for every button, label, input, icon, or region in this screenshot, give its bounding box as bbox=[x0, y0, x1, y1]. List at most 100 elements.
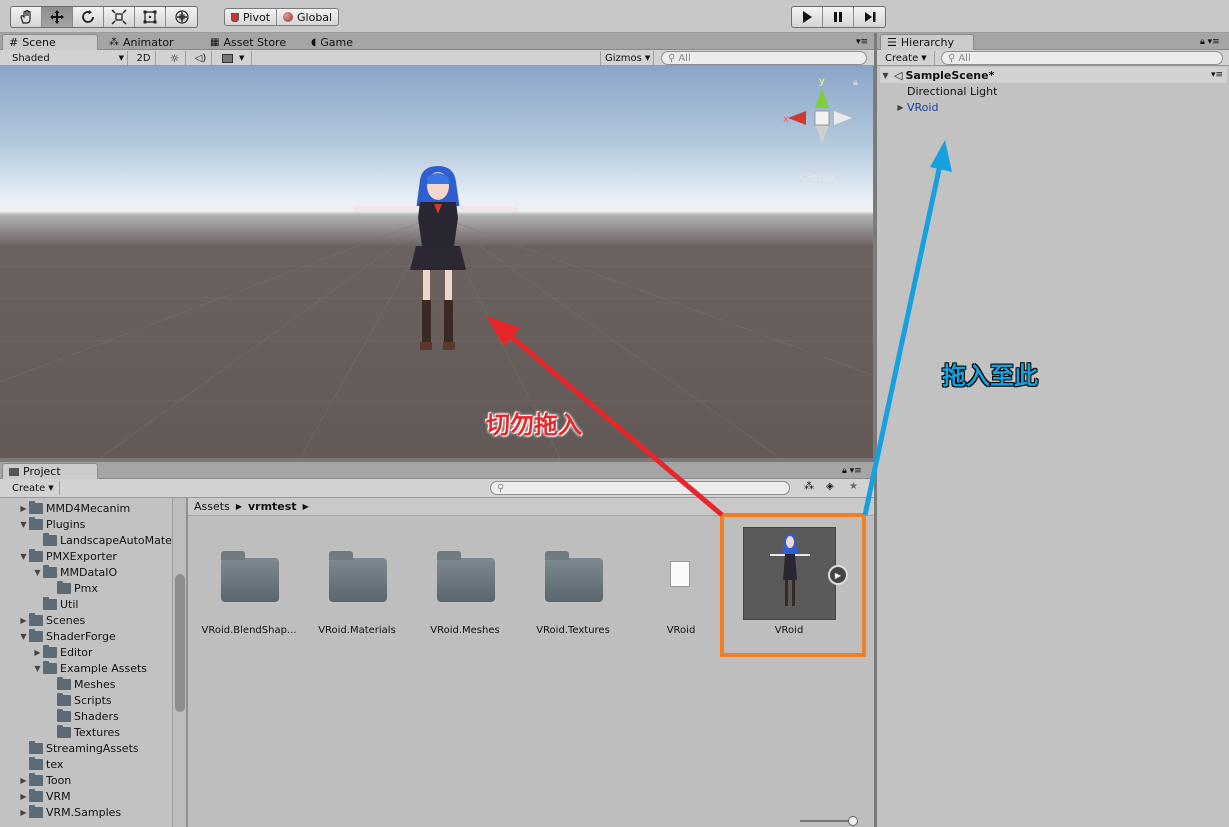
tab-animator[interactable]: ⁂ Animator bbox=[103, 34, 180, 50]
expand-down-icon[interactable]: ▼ bbox=[18, 628, 29, 644]
tree-item[interactable]: Pmx bbox=[0, 580, 98, 596]
expand-down-icon[interactable]: ▼ bbox=[18, 548, 29, 564]
tree-item[interactable]: tex bbox=[0, 756, 63, 772]
tree-item[interactable]: ▶ Toon bbox=[0, 772, 71, 788]
expand-right-icon[interactable]: ▶ bbox=[18, 500, 29, 516]
tree-scrollbar-thumb[interactable] bbox=[175, 574, 185, 712]
lighting-toggle[interactable]: ☼ bbox=[164, 51, 186, 65]
asset-label: VRoid bbox=[666, 625, 696, 636]
tree-item[interactable]: Shaders bbox=[0, 708, 119, 724]
breadcrumb-root[interactable]: Assets bbox=[194, 500, 230, 513]
tab-scene[interactable]: # Scene bbox=[2, 34, 98, 50]
hierarchy-create-dropdown[interactable]: Create ▼ bbox=[881, 51, 935, 65]
asset-file-vroid[interactable]: VRoid bbox=[626, 515, 736, 645]
tree-item[interactable]: ▼ ShaderForge bbox=[0, 628, 116, 644]
project-lock-icon[interactable]: 🔒︎ ▾≡ bbox=[842, 466, 862, 476]
asset-folder-materials[interactable]: VRoid.Materials bbox=[302, 515, 412, 645]
step-icon bbox=[864, 12, 875, 22]
scale-tool-button[interactable] bbox=[104, 7, 135, 27]
asset-folder-blendshape[interactable]: VRoid.BlendShap... bbox=[194, 515, 304, 645]
hand-tool-button[interactable] bbox=[11, 7, 42, 27]
project-create-dropdown[interactable]: Create ▼ bbox=[8, 481, 60, 495]
tree-item[interactable]: ▶ VRM bbox=[0, 788, 71, 804]
orientation-gizmo[interactable]: y x <Persp bbox=[782, 74, 862, 184]
expand-right-icon[interactable]: ▶ bbox=[18, 772, 29, 788]
asset-folder-meshes[interactable]: VRoid.Meshes bbox=[410, 515, 520, 645]
thumbnail-size-slider[interactable] bbox=[800, 820, 854, 822]
gizmo-y-label: y bbox=[819, 76, 825, 87]
audio-toggle[interactable]: ◁) bbox=[190, 51, 212, 65]
tree-item[interactable]: ▼ MMDataIO bbox=[0, 564, 117, 580]
rotate-tool-button[interactable] bbox=[73, 7, 104, 27]
transform-tool-button[interactable] bbox=[166, 7, 197, 27]
no-expand-icon bbox=[32, 532, 43, 548]
2d-toggle[interactable]: 2D bbox=[132, 51, 156, 65]
rect-tool-button[interactable] bbox=[135, 7, 166, 27]
tree-item[interactable]: ▼ Plugins bbox=[0, 516, 85, 532]
project-search-input[interactable]: ⚲ bbox=[490, 481, 790, 495]
expand-down-icon[interactable]: ▼ bbox=[32, 660, 43, 676]
hierarchy-item-directional-light[interactable]: Directional Light bbox=[907, 83, 997, 99]
tree-item[interactable]: Meshes bbox=[0, 676, 115, 692]
hierarchy-toolbar: Create ▼ ⚲ All bbox=[877, 50, 1229, 66]
favorite-star-icon[interactable]: ★ bbox=[849, 481, 858, 492]
expand-right-icon[interactable]: ▶ bbox=[18, 788, 29, 804]
breadcrumb-current[interactable]: vrmtest bbox=[248, 500, 297, 513]
play-button[interactable] bbox=[792, 7, 823, 27]
tab-asset-store[interactable]: ▦ Asset Store bbox=[204, 34, 292, 50]
gizmos-dropdown[interactable]: Gizmos ▼ bbox=[600, 51, 654, 65]
vroid-character-model[interactable] bbox=[350, 162, 530, 362]
scene-viewport[interactable]: y x <Persp 🔒︎ bbox=[0, 66, 874, 458]
tree-item[interactable]: Textures bbox=[0, 724, 120, 740]
tree-item[interactable]: StreamingAssets bbox=[0, 740, 139, 756]
pause-button[interactable] bbox=[823, 7, 854, 27]
no-expand-icon bbox=[18, 740, 29, 756]
scene-root-row[interactable]: ▼ ◁ SampleScene* ▾≡ bbox=[880, 67, 1227, 83]
tree-item-label: MMD4Mecanim bbox=[46, 501, 131, 515]
tree-item[interactable]: ▶ VRM.Samples bbox=[0, 804, 121, 820]
filter-type-icon[interactable]: ⁂ bbox=[804, 481, 814, 492]
expand-down-icon[interactable]: ▼ bbox=[18, 516, 29, 532]
effects-dropdown[interactable]: ▼ bbox=[218, 51, 252, 65]
pivot-button[interactable]: Pivot bbox=[225, 9, 278, 25]
tree-item-label: VRM bbox=[46, 789, 71, 803]
expand-prefab-icon[interactable]: ▶ bbox=[828, 565, 848, 585]
tree-item[interactable]: Scripts bbox=[0, 692, 112, 708]
asset-prefab-vroid[interactable]: ▶ VRoid bbox=[734, 515, 848, 645]
scene-search-input[interactable]: ⚲ All bbox=[661, 51, 867, 65]
tree-item[interactable]: ▼ PMXExporter bbox=[0, 548, 117, 564]
tree-item[interactable]: ▶ MMD4Mecanim bbox=[0, 500, 130, 516]
scene-lock-icon[interactable]: 🔒︎ bbox=[853, 78, 858, 88]
tree-item[interactable]: ▶ Editor bbox=[0, 644, 93, 660]
expand-right-icon[interactable]: ▶ bbox=[32, 644, 43, 660]
tree-item[interactable]: Util bbox=[0, 596, 78, 612]
global-button[interactable]: Global bbox=[277, 9, 338, 25]
asset-folder-textures[interactable]: VRoid.Textures bbox=[518, 515, 628, 645]
thumbnail-size-slider-thumb[interactable] bbox=[848, 816, 858, 826]
step-button[interactable] bbox=[854, 7, 885, 27]
panel-menu-icon[interactable]: ▾≡ bbox=[856, 37, 868, 47]
scene-search-placeholder: All bbox=[678, 52, 691, 64]
tab-project[interactable]: Project bbox=[2, 463, 98, 479]
gizmos-label: Gizmos bbox=[605, 52, 642, 64]
hierarchy-lock-icon[interactable]: 🔒︎ ▾≡ bbox=[1200, 37, 1220, 47]
expand-right-icon[interactable]: ▶ bbox=[18, 612, 29, 628]
scene-menu-icon[interactable]: ▾≡ bbox=[1211, 70, 1223, 80]
tree-scrollbar[interactable] bbox=[172, 498, 186, 827]
expand-down-icon[interactable]: ▼ bbox=[32, 564, 43, 580]
expand-down-icon: ▼ bbox=[882, 70, 889, 80]
tab-hierarchy[interactable]: ☰ Hierarchy bbox=[880, 34, 974, 50]
expand-right-icon[interactable]: ▶ bbox=[18, 804, 29, 820]
globe-icon bbox=[283, 12, 294, 22]
tree-item[interactable]: ▼ Example Assets bbox=[0, 660, 147, 676]
tree-item-label: Scripts bbox=[74, 693, 112, 707]
hierarchy-search-input[interactable]: ⚲ All bbox=[941, 51, 1223, 65]
move-tool-button[interactable] bbox=[42, 7, 73, 27]
filter-label-icon[interactable]: ◈ bbox=[826, 481, 834, 492]
persp-label[interactable]: <Persp bbox=[798, 172, 834, 183]
shading-dropdown[interactable]: Shaded ▼ bbox=[8, 51, 128, 65]
tree-item[interactable]: ▶ Scenes bbox=[0, 612, 85, 628]
tree-item[interactable]: LandscapeAutoMate bbox=[0, 532, 172, 548]
tab-game[interactable]: ◖ Game bbox=[305, 34, 359, 50]
hierarchy-item-vroid[interactable]: ▶ VRoid bbox=[895, 99, 938, 115]
